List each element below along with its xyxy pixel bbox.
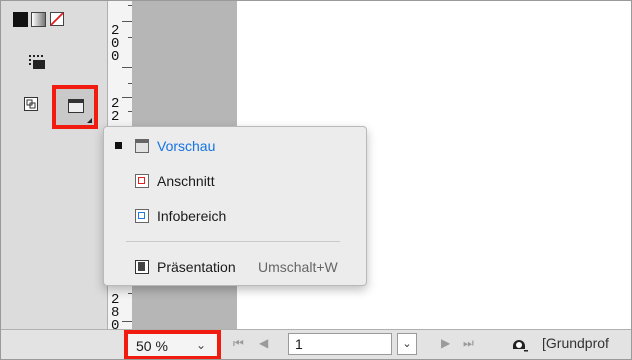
menu-item-label: Anschnitt	[157, 173, 215, 189]
next-page-icon[interactable]: ▶	[441, 336, 450, 350]
menu-item-label: Infobereich	[157, 208, 227, 224]
fill-swatch-icon[interactable]	[13, 12, 28, 27]
menu-item-label: Vorschau	[157, 138, 216, 154]
anschnitt-mode-icon	[135, 174, 149, 188]
frame-tool-icon[interactable]	[27, 53, 49, 73]
last-page-icon[interactable]: ⏭	[463, 336, 474, 351]
menu-item-infobereich[interactable]: Infobereich	[104, 204, 366, 228]
menu-item-anschnitt[interactable]: Anschnitt	[104, 169, 366, 193]
menu-item-shortcut: Umschalt+W	[258, 259, 338, 275]
preview-mode-icon	[68, 99, 84, 113]
menu-item-label: Präsentation	[157, 259, 236, 275]
normal-mode-icon[interactable]	[24, 97, 38, 111]
menu-separator	[126, 241, 340, 242]
page-dropdown-button[interactable]: ⌄	[397, 333, 417, 355]
chevron-down-icon[interactable]: ⌄	[196, 338, 206, 352]
none-swatch-icon[interactable]	[50, 12, 64, 26]
vorschau-mode-icon	[135, 139, 149, 153]
menu-item-praesentation[interactable]: Präsentation Umschalt+W	[104, 255, 366, 279]
tools-panel	[1, 1, 107, 329]
gradient-swatch-icon[interactable]	[31, 12, 46, 27]
ruler-label: 2	[111, 109, 120, 125]
screen-mode-button[interactable]	[52, 85, 98, 129]
preflight-icon[interactable]	[510, 336, 528, 354]
infobereich-mode-icon	[135, 209, 149, 223]
status-bar: 50 % ⌄ ⏮ ◀ 1 ⌄ ▶ ⏭ [Grundprof	[1, 329, 631, 359]
zoom-value: 50 %	[136, 338, 168, 354]
praesentation-mode-icon	[135, 260, 149, 274]
checkmark-icon	[115, 142, 122, 149]
previous-page-icon[interactable]: ◀	[259, 336, 268, 350]
chevron-down-icon: ⌄	[402, 338, 412, 350]
first-page-icon[interactable]: ⏮	[233, 336, 244, 351]
page-number-field[interactable]: 1	[288, 333, 392, 355]
zoom-level-field[interactable]: 50 % ⌄	[124, 330, 221, 359]
app-window: 2 0 0 2 2 2 8 0 Vorschau Anschnitt Infob…	[0, 0, 632, 360]
flyout-triangle-icon	[87, 118, 92, 123]
ruler-label: 0	[111, 49, 120, 65]
menu-item-vorschau[interactable]: Vorschau	[104, 134, 366, 158]
screen-mode-menu: Vorschau Anschnitt Infobereich Präsentat…	[103, 126, 367, 286]
page-number-value: 1	[295, 336, 303, 352]
preflight-profile-label[interactable]: [Grundprof	[542, 335, 609, 351]
